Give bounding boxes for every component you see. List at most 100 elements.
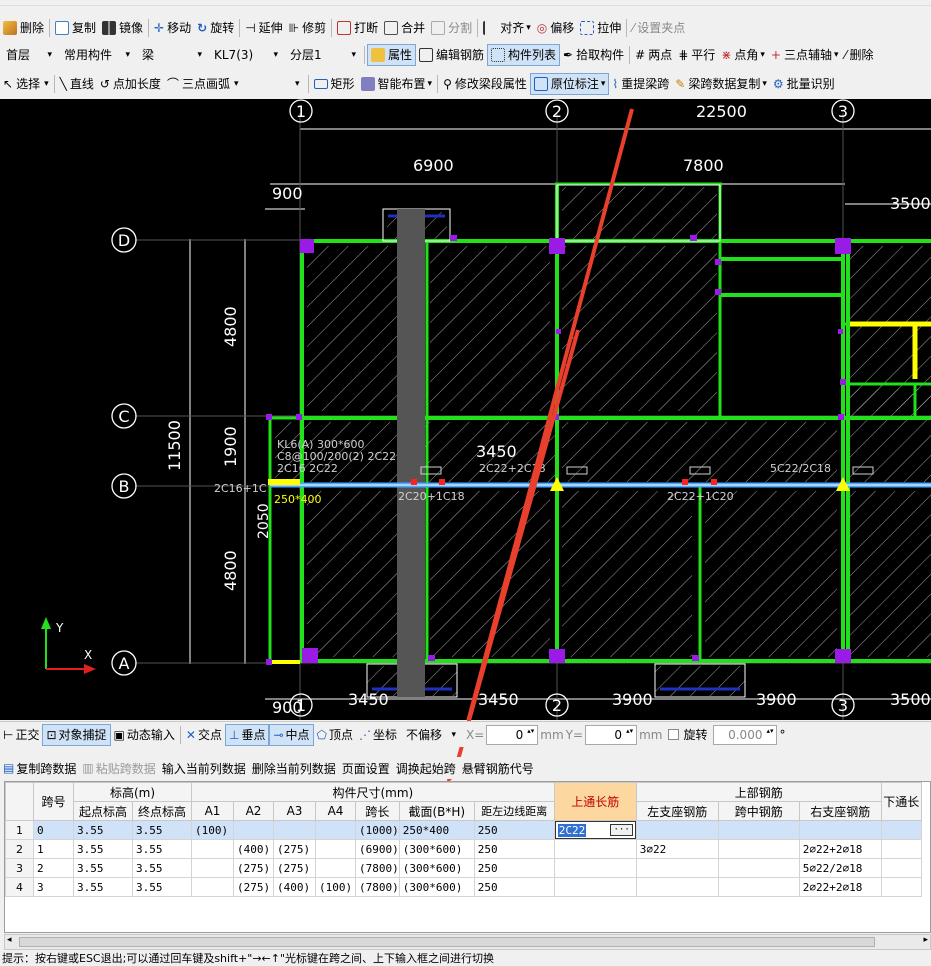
- delete-column-button[interactable]: 删除当前列数据: [249, 757, 339, 779]
- point-angle-button[interactable]: ⋇ 点角 ▾: [718, 44, 768, 66]
- cell-mid[interactable]: [717, 858, 800, 878]
- cell-mid[interactable]: [717, 839, 800, 859]
- cell-top[interactable]: [553, 858, 637, 878]
- offset-button[interactable]: ◎ 偏移: [534, 17, 578, 39]
- ellipsis-button[interactable]: ···: [610, 824, 633, 836]
- rectangle-button[interactable]: 矩形: [311, 73, 358, 95]
- cell-top[interactable]: [553, 877, 637, 897]
- set-grip-button[interactable]: ⁄ 设置夹点: [629, 17, 688, 39]
- cell-left[interactable]: 3⌀22: [635, 839, 719, 859]
- delete-aux-button[interactable]: ⁄ 删除: [842, 44, 877, 66]
- cell-a3[interactable]: [273, 820, 316, 840]
- point-length-button[interactable]: ↺ 点加长度: [97, 73, 164, 95]
- cell-right[interactable]: 2⌀22+2⌀18: [798, 839, 882, 859]
- align-button[interactable]: 对齐 ▾: [480, 17, 534, 39]
- cell-a3[interactable]: (275): [273, 858, 316, 878]
- cell-end[interactable]: 3.55: [132, 858, 192, 878]
- edit-rebar-button[interactable]: 编辑钢筋: [416, 44, 487, 66]
- cell-len[interactable]: (7800): [355, 858, 400, 878]
- cell-top[interactable]: [553, 839, 637, 859]
- break-button[interactable]: 打断: [334, 17, 381, 39]
- gray-beam[interactable]: [397, 209, 425, 697]
- cell-dist[interactable]: 250: [473, 877, 555, 897]
- cell-left[interactable]: [635, 858, 719, 878]
- rotate-angle-input[interactable]: 0.000: [713, 724, 778, 745]
- arc-option-select[interactable]: ▾: [244, 74, 304, 94]
- two-points-button[interactable]: # 两点: [632, 44, 675, 66]
- cell-len[interactable]: (7800): [355, 877, 400, 897]
- cell-a4[interactable]: (100): [315, 877, 356, 897]
- re-extract-span-button[interactable]: ⌇ 重提梁跨: [609, 73, 672, 95]
- cell-a3[interactable]: (400): [273, 877, 316, 897]
- copy-span-data-grid-button[interactable]: ▤ 复制跨数据: [0, 757, 79, 779]
- parallel-button[interactable]: ⋕ 平行: [675, 44, 718, 66]
- cell-bot[interactable]: [880, 839, 922, 859]
- cell-start[interactable]: 3.55: [73, 877, 133, 897]
- cell-a2[interactable]: (275): [233, 877, 274, 897]
- select-button[interactable]: ↖ 选择 ▾: [0, 73, 52, 95]
- component-name-select[interactable]: KL7(3) ▾: [210, 45, 282, 65]
- span-data-grid[interactable]: 跨号 标高(m) 构件尺寸(mm) 上通长筋 上部钢筋 下通长 起点标高 终点标…: [4, 781, 931, 933]
- delete-button[interactable]: 删除: [0, 17, 47, 39]
- cell-bot[interactable]: [880, 877, 922, 897]
- cell-end[interactable]: 3.55: [132, 839, 192, 859]
- line-button[interactable]: ╲ 直线: [57, 73, 97, 95]
- cell-dist[interactable]: 250: [473, 858, 555, 878]
- row-number[interactable]: 3: [5, 858, 34, 878]
- cell-a2[interactable]: (275): [233, 858, 274, 878]
- cell-mid[interactable]: [717, 877, 800, 897]
- cell-top[interactable]: 2C22 ···: [553, 820, 637, 840]
- batch-identify-button[interactable]: ⚙ 批量识别: [770, 73, 838, 95]
- stretch-button[interactable]: 拉伸: [577, 17, 624, 39]
- cantilever-code-button[interactable]: 悬臂钢筋代号: [459, 757, 537, 779]
- copy-span-data-button[interactable]: ✎ 梁跨数据复制 ▾: [672, 73, 770, 95]
- cell-sec[interactable]: (300*600): [398, 839, 475, 859]
- drawing-canvas[interactable]: 1 2 3 D C B A 1 2 3 22500 6900 7800 900 …: [0, 99, 931, 720]
- move-button[interactable]: ✛ 移动: [151, 17, 194, 39]
- cell-bot[interactable]: [880, 858, 922, 878]
- cell-end[interactable]: 3.55: [132, 820, 192, 840]
- cell-a1[interactable]: [191, 858, 234, 878]
- table-row[interactable]: 2 1 3.55 3.55 (400) (275) (6900) (300*600) 250 3⌀…: [5, 839, 922, 859]
- cell-a1[interactable]: (100): [191, 820, 234, 840]
- cell-sec[interactable]: 250*400: [398, 820, 475, 840]
- three-point-arc-button[interactable]: ⌒ 三点画弧 ▾: [164, 73, 242, 95]
- x-coordinate-input[interactable]: 0: [486, 724, 539, 745]
- cell-start[interactable]: 3.55: [73, 820, 133, 840]
- row-number[interactable]: 2: [5, 839, 34, 859]
- cell-right[interactable]: 5⌀22/2⌀18: [798, 858, 882, 878]
- cell-sec[interactable]: (300*600): [398, 877, 475, 897]
- cell-span[interactable]: 3: [33, 877, 74, 897]
- cell-a4[interactable]: [315, 820, 356, 840]
- pick-component-button[interactable]: ✒ 拾取构件: [560, 44, 627, 66]
- mirror-button[interactable]: 镜像: [99, 17, 146, 39]
- cell-span[interactable]: 0: [33, 820, 74, 840]
- floor-select[interactable]: 首层 ▾: [2, 45, 56, 65]
- coordinate-snap[interactable]: ⋰ 坐标: [356, 724, 400, 746]
- cell-span[interactable]: 2: [33, 858, 74, 878]
- cell-a4[interactable]: [315, 839, 356, 859]
- page-setup-button[interactable]: 页面设置: [339, 757, 393, 779]
- trim-button[interactable]: ⊪ 修剪: [286, 17, 329, 39]
- cell-start[interactable]: 3.55: [73, 839, 133, 859]
- component-subtype-select[interactable]: 梁 ▾: [138, 45, 206, 65]
- top-through-rebar-editor[interactable]: 2C22 ···: [555, 821, 636, 839]
- paste-span-data-button[interactable]: ▥ 粘贴跨数据: [79, 757, 158, 779]
- cell-start[interactable]: 3.55: [73, 858, 133, 878]
- top-through-rebar-header[interactable]: 上通长筋: [553, 782, 637, 821]
- copy-button[interactable]: 复制: [52, 17, 99, 39]
- intersection-snap[interactable]: ✕ 交点: [183, 724, 225, 746]
- cell-a1[interactable]: [191, 839, 234, 859]
- in-place-annotation-button[interactable]: 原位标注 ▾: [529, 72, 610, 95]
- scroll-left-arrow-icon[interactable]: ◂: [7, 935, 12, 945]
- rotate-button[interactable]: ↻ 旋转: [194, 17, 237, 39]
- offset-mode-select[interactable]: 不偏移 ▾: [402, 725, 460, 745]
- cell-a2[interactable]: (400): [233, 839, 274, 859]
- input-column-button[interactable]: 输入当前列数据: [159, 757, 249, 779]
- cell-mid[interactable]: [717, 820, 800, 840]
- cell-a4[interactable]: [315, 858, 356, 878]
- table-row[interactable]: 4 3 3.55 3.55 (275) (400) (100) (7800) (300*600)…: [5, 877, 922, 897]
- cell-left[interactable]: [635, 877, 719, 897]
- cell-bot[interactable]: [880, 820, 922, 840]
- cell-a2[interactable]: [233, 820, 274, 840]
